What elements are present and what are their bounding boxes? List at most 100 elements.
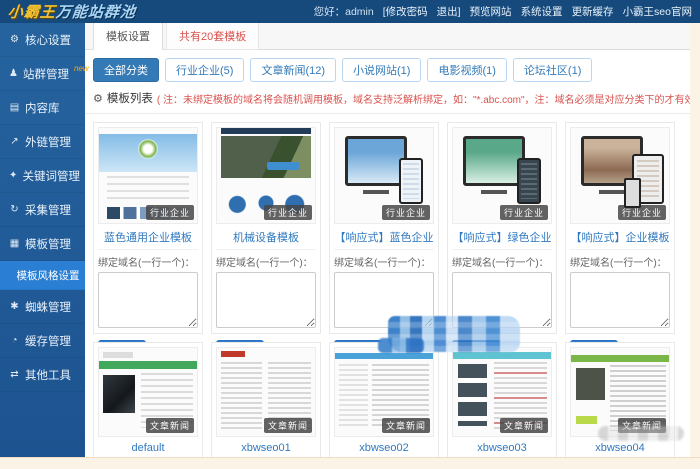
notice-note: ( 注：未绑定模板的域名将会随机调用模板，域名支持泛解析绑定，如："*.abc.… xyxy=(156,94,690,106)
template-title-link[interactable]: xbwseo01 xyxy=(216,437,316,457)
logo-part-2: 万能站群池 xyxy=(55,4,137,21)
template-thumbnail[interactable]: 文章新闻 xyxy=(334,347,434,437)
greeting-text: 您好：admin xyxy=(313,6,374,18)
category-filter-button[interactable]: 论坛社区(1) xyxy=(512,58,593,82)
logo-part-1: 小霸王 xyxy=(7,4,57,21)
category-badge: 文章新闻 xyxy=(499,418,548,433)
top-right-links: 您好：admin [修改密码 退出] 预览网站 系统设置 更新缓存 小霸王seo官网 xyxy=(314,4,692,19)
蜘蛛管理[interactable]: ✱ 蜘蛛管理 xyxy=(0,290,85,324)
bind-domain-label: 绑定域名(一行一个)： xyxy=(570,258,667,269)
category-filter-button[interactable]: 电影视频(1) xyxy=(427,58,507,82)
模板管理[interactable]: ▦ 模板管理 xyxy=(0,227,85,261)
template-list-notice: ⚙ 模板列表 ( 注：未绑定模板的域名将会随机调用模板，域名支持泛解析绑定，如：… xyxy=(85,88,690,114)
top-link[interactable]: 预览网站 xyxy=(470,4,512,19)
template-title-link[interactable]: xbwseo04 xyxy=(570,437,670,457)
template-card: 行业企业 【响应式】蓝色企业 绑定域名(一行一个)： 保存 xyxy=(329,122,439,364)
template-thumbnail[interactable]: 文章新闻 xyxy=(570,347,670,437)
template-card: 文章新闻 xbwseo04 绑定域名(一行一个)： 保存 xyxy=(565,342,675,457)
thumbnail-art xyxy=(576,368,606,424)
top-link[interactable]: 退出] xyxy=(437,4,461,19)
sites-group-icon: ♟ xyxy=(9,68,18,79)
template-card: 行业企业 【响应式】绿色企业 绑定域名(一行一个)： 保存 xyxy=(447,122,557,364)
main-content: 模板设置 共有20套模板 全部分类 行业企业(5) 文章新闻(12) 小说网站(1) 电影… xyxy=(85,23,690,457)
template-title-link[interactable]: default xyxy=(98,437,198,457)
template-title-link[interactable]: 机械设备模板 xyxy=(216,224,316,250)
template-title-link[interactable]: xbwseo02 xyxy=(334,437,434,457)
content-library-icon: ▤ xyxy=(9,102,20,113)
thumbnail-art xyxy=(463,136,525,194)
thumbnail-art xyxy=(221,351,245,357)
核心设置[interactable]: ⚙ 核心设置 xyxy=(0,23,85,57)
模板风格设置[interactable]: 模板风格设置 xyxy=(0,261,85,290)
template-thumbnail[interactable]: 文章新闻 xyxy=(452,347,552,437)
thumbnail-art xyxy=(107,176,189,202)
关键词管理[interactable]: ✦ 关键词管理 xyxy=(0,159,85,193)
template-card: 行业企业 机械设备模板 绑定域名(一行一个)： 保存 xyxy=(211,122,321,364)
thumbnail-art xyxy=(517,158,541,204)
category-badge: 文章新闻 xyxy=(381,418,430,433)
sidebar-item-label: 缓存管理 xyxy=(25,335,71,348)
template-thumbnail[interactable]: 行业企业 xyxy=(452,127,552,224)
template-thumbnail[interactable]: 文章新闻 xyxy=(98,347,198,437)
template-title-link[interactable]: 【响应式】企业模板 xyxy=(570,224,670,250)
thumbnail-art xyxy=(624,178,641,208)
thumbnail-art xyxy=(221,362,263,431)
bind-domains-textarea[interactable] xyxy=(334,272,434,328)
其他工具[interactable]: ⇄ 其他工具 xyxy=(0,358,85,392)
category-badge: 行业企业 xyxy=(263,205,312,220)
tab[interactable]: 模板设置 xyxy=(93,23,163,50)
thumbnail-art xyxy=(571,355,669,362)
top-link[interactable]: [修改密码 xyxy=(383,4,428,19)
top-link[interactable]: 系统设置 xyxy=(521,4,563,19)
template-title-link[interactable]: 【响应式】绿色企业 xyxy=(452,224,552,250)
category-badge: 行业企业 xyxy=(381,205,430,220)
template-thumbnail[interactable]: 行业企业 xyxy=(570,127,670,224)
缓存管理[interactable]: ◔ 缓存管理 xyxy=(0,324,85,358)
gear-icon: ⚙ xyxy=(10,34,19,45)
thumbnail-art xyxy=(221,128,311,134)
top-link[interactable]: 小霸王seo官网 xyxy=(623,4,692,19)
thumbnail-art xyxy=(335,353,433,359)
category-filter-button[interactable]: 小说网站(1) xyxy=(342,58,422,82)
template-card: 行业企业 蓝色通用企业模板 绑定域名(一行一个)： 保存 xyxy=(93,122,203,364)
sidebar-item-label: 采集管理 xyxy=(25,204,71,217)
keyword-icon: ✦ xyxy=(9,170,18,181)
采集管理[interactable]: ↻ 采集管理 xyxy=(0,193,85,227)
template-thumbnail[interactable]: 行业企业 xyxy=(334,127,434,224)
站群管理[interactable]: ♟ 站群管理 new xyxy=(0,57,89,91)
category-filter-button[interactable]: 行业企业(5) xyxy=(165,58,245,82)
thumbnail-art xyxy=(453,352,551,359)
category-badge: 行业企业 xyxy=(499,205,548,220)
top-header-bar: 小霸王万能站群池 您好：admin [修改密码 退出] 预览网站 系统设置 更新缓存 小霸… xyxy=(0,0,700,23)
template-thumbnail[interactable]: 文章新闻 xyxy=(216,347,316,437)
内容库[interactable]: ▤ 内容库 xyxy=(0,91,85,125)
bind-domains-textarea[interactable] xyxy=(452,272,552,328)
bind-domains-textarea[interactable] xyxy=(570,272,670,328)
cache-icon: ◔ xyxy=(11,335,18,346)
bind-domains-textarea[interactable] xyxy=(98,272,198,328)
sidebar-item-label: 内容库 xyxy=(25,102,60,115)
category-filter-bar: 全部分类 行业企业(5) 文章新闻(12) 小说网站(1) 电影视频(1) 论坛社区(1) xyxy=(85,50,690,88)
category-filter-button[interactable]: 文章新闻(12) xyxy=(250,58,337,82)
category-badge: 行业企业 xyxy=(145,205,194,220)
template-title-link[interactable]: 【响应式】蓝色企业 xyxy=(334,224,434,250)
category-badge: 文章新闻 xyxy=(617,418,666,433)
template-thumbnail[interactable]: 行业企业 xyxy=(216,127,316,224)
tab[interactable]: 共有20套模板 xyxy=(166,23,260,50)
top-link[interactable]: 更新缓存 xyxy=(572,4,614,19)
thumbnail-art xyxy=(458,364,488,426)
thumbnail-art xyxy=(345,136,407,194)
sidebar-item-label: 其他工具 xyxy=(25,369,71,382)
template-thumbnail[interactable]: 行业企业 xyxy=(98,127,198,224)
thumbnail-art xyxy=(399,158,423,204)
category-filter-button[interactable]: 全部分类 xyxy=(93,58,159,82)
gear-icon: ⚙ xyxy=(93,92,103,105)
template-title-link[interactable]: xbwseo03 xyxy=(452,437,552,457)
bind-domain-label: 绑定域名(一行一个)： xyxy=(452,258,549,269)
thumbnail-art xyxy=(103,375,135,413)
外链管理[interactable]: ↗ 外链管理 xyxy=(0,125,85,159)
template-card: 文章新闻 xbwseo02 绑定域名(一行一个)： 保存 xyxy=(329,342,439,457)
bind-domains-textarea[interactable] xyxy=(216,272,316,328)
sidebar-item-label: 蜘蛛管理 xyxy=(25,301,71,314)
template-title-link[interactable]: 蓝色通用企业模板 xyxy=(98,224,198,250)
